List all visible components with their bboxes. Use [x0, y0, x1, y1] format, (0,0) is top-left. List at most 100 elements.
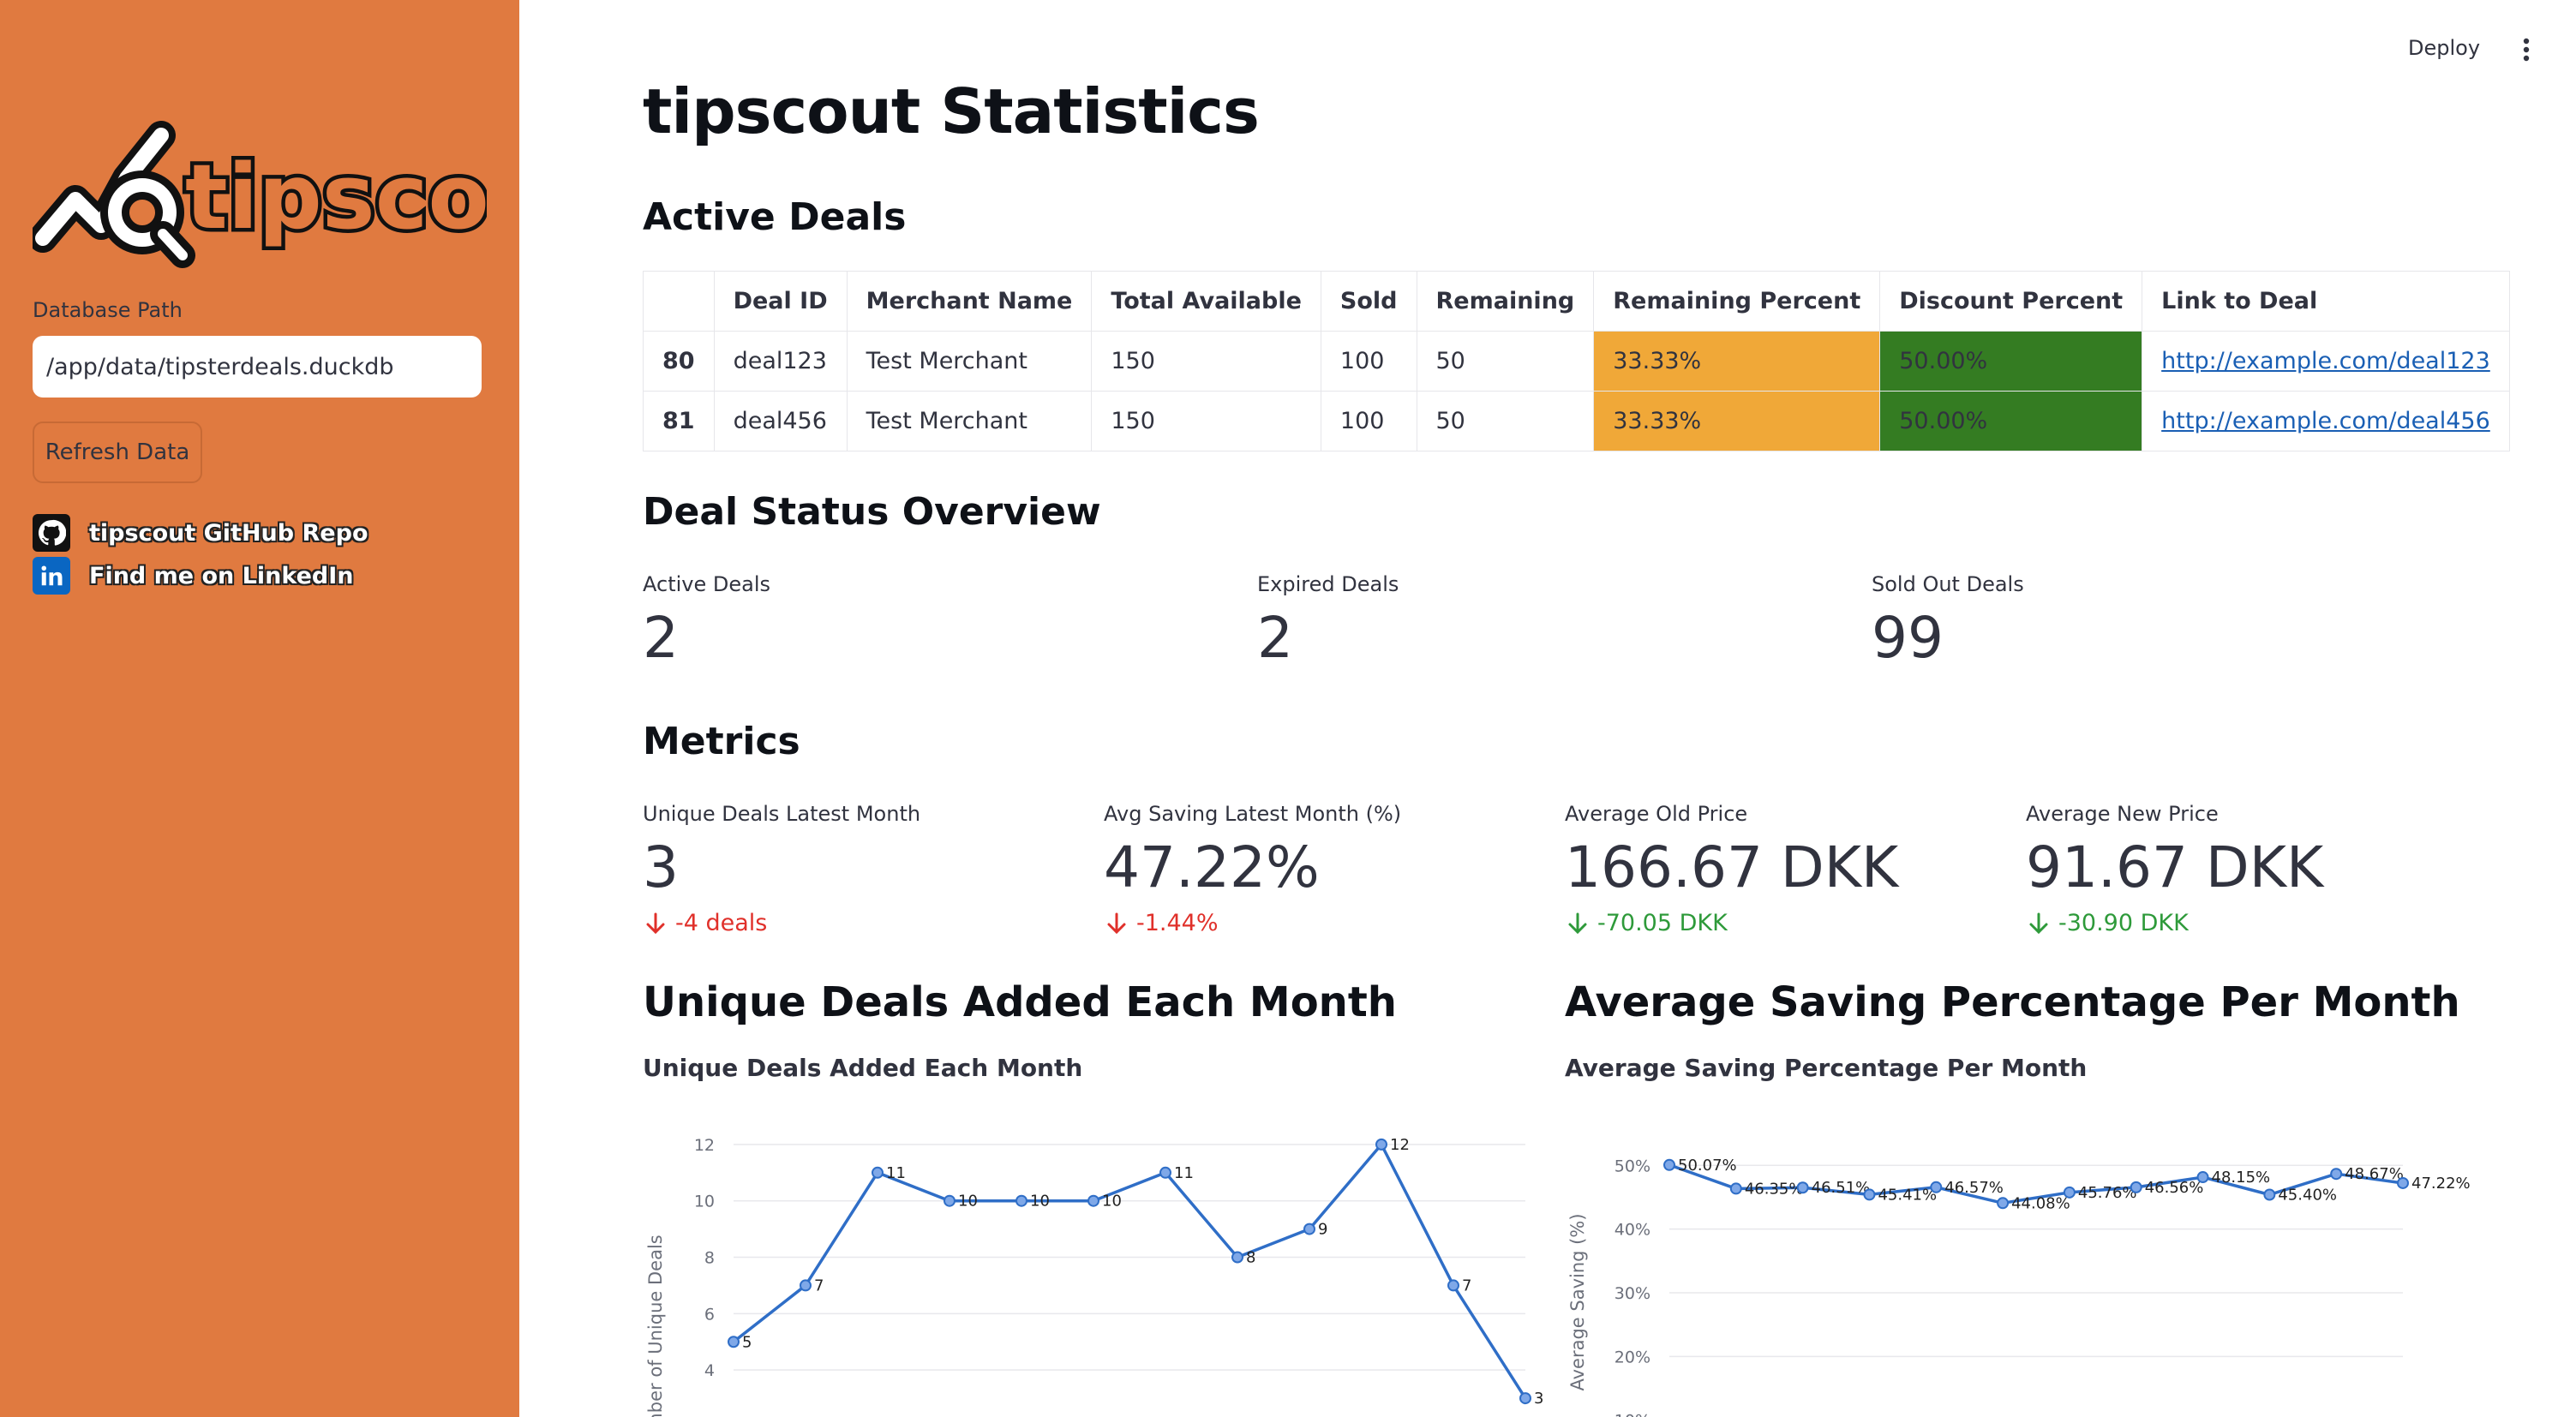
unique-deals-heading: Unique Deals Added Each Month — [643, 978, 1397, 1026]
database-path-label: Database Path — [33, 298, 183, 322]
expired-deals-label: Expired Deals — [1257, 572, 1399, 596]
row-index: 80 — [643, 331, 715, 392]
active-deals-heading: Active Deals — [643, 195, 907, 239]
data-label: 10 — [1030, 1193, 1050, 1211]
sold-cell: 100 — [1320, 391, 1417, 451]
data-label: 48.15% — [2212, 1169, 2271, 1187]
deal-id-cell: deal456 — [713, 391, 848, 451]
data-point — [2263, 1188, 2276, 1201]
github-repo-label: tipscout GitHub Repo — [89, 519, 368, 547]
database-path-input[interactable]: /app/data/tipsterdeals.duckdb — [33, 336, 482, 398]
merchant-cell: Test Merchant — [846, 391, 1093, 451]
data-point — [728, 1336, 740, 1348]
unique-deals-chart-title: Unique Deals Added Each Month — [643, 1054, 1083, 1082]
y-tick-label: 4 — [704, 1361, 715, 1380]
metric-delta-text: -4 deals — [675, 910, 768, 936]
data-point — [1796, 1181, 1809, 1194]
deal-id-cell: deal123 — [713, 331, 848, 392]
metric-value: 166.67 DKK — [1565, 834, 1899, 900]
data-label: 46.57% — [1944, 1179, 2004, 1197]
discount-percent-cell: 50.00% — [1879, 391, 2143, 451]
data-point — [2330, 1168, 2343, 1181]
data-label: 11 — [886, 1164, 906, 1182]
data-point — [1303, 1223, 1315, 1235]
column-header[interactable]: Remaining — [1416, 271, 1595, 332]
remaining-cell: 50 — [1416, 391, 1595, 451]
data-point — [2063, 1186, 2076, 1199]
active-deals-value: 2 — [643, 605, 679, 671]
data-label: 7 — [814, 1276, 824, 1294]
y-tick-label: 20% — [1614, 1348, 1650, 1366]
metric-value: 3 — [643, 834, 679, 900]
deal-link[interactable]: http://example.com/deal456 — [2161, 408, 2490, 434]
data-label: 9 — [1318, 1221, 1327, 1239]
data-label: 11 — [1174, 1164, 1194, 1182]
column-header[interactable]: Merchant Name — [846, 271, 1093, 332]
deal-status-heading: Deal Status Overview — [643, 490, 1101, 534]
metric-delta-text: -30.90 DKK — [2058, 910, 2189, 936]
data-point — [1863, 1188, 1876, 1201]
column-header[interactable] — [643, 271, 715, 332]
total-available-cell: 150 — [1091, 391, 1321, 451]
total-available-cell: 150 — [1091, 331, 1321, 392]
avg-saving-chart: 10% 20% 30% 40% 50% Average Saving (%) 50.07% 4… — [1567, 1157, 2471, 1417]
linkedin-link[interactable]: Find me on LinkedIn — [33, 557, 353, 595]
data-point — [1930, 1181, 1943, 1193]
deploy-button[interactable]: Deploy — [2408, 36, 2480, 60]
y-tick-label: 50% — [1614, 1157, 1650, 1175]
y-axis-label: Number of Unique Deals — [645, 1235, 666, 1417]
row-index: 81 — [643, 391, 715, 451]
deal-link[interactable]: http://example.com/deal123 — [2161, 348, 2490, 374]
remaining-cell: 50 — [1416, 331, 1595, 392]
deal-link-cell: http://example.com/deal123 — [2142, 331, 2510, 392]
data-point — [1729, 1182, 1742, 1195]
y-tick-label: 10% — [1614, 1412, 1650, 1417]
deal-link-cell: http://example.com/deal456 — [2142, 391, 2510, 451]
merchant-cell: Test Merchant — [846, 331, 1093, 392]
column-header[interactable]: Link to Deal — [2142, 271, 2510, 332]
metric-delta-text: -1.44% — [1136, 910, 1219, 936]
github-icon — [33, 514, 70, 552]
data-label: 8 — [1246, 1249, 1255, 1267]
metric-value: 91.67 DKK — [2026, 834, 2324, 900]
metric-delta: -30.90 DKK — [2028, 910, 2189, 936]
page-title: tipscout Statistics — [643, 75, 1260, 147]
refresh-data-button[interactable]: Refresh Data — [33, 422, 202, 483]
table-header-row: Deal ID Merchant Name Total Available So… — [643, 271, 2510, 332]
metrics-heading: Metrics — [643, 720, 800, 763]
column-header[interactable]: Discount Percent — [1879, 271, 2143, 332]
y-tick-label: 30% — [1614, 1284, 1650, 1303]
discount-percent-cell: 50.00% — [1879, 331, 2143, 392]
data-label: 44.08% — [2011, 1194, 2070, 1212]
column-header[interactable]: Deal ID — [713, 271, 848, 332]
metric-delta-text: -70.05 DKK — [1597, 910, 1728, 936]
remaining-percent-cell: 33.33% — [1593, 331, 1881, 392]
data-point — [1663, 1158, 1675, 1171]
y-axis-label: Average Saving (%) — [1567, 1213, 1588, 1390]
data-label: 46.56% — [2145, 1179, 2204, 1197]
data-point — [1015, 1194, 1027, 1207]
unique-deals-chart: 4 6 8 10 12 Number of Unique Deals 5 7 11 10 10 10 1… — [645, 1136, 1543, 1417]
linkedin-label: Find me on LinkedIn — [89, 562, 354, 589]
y-tick-label: 6 — [704, 1305, 715, 1324]
metric-value: 47.22% — [1104, 834, 1320, 900]
data-point — [2397, 1176, 2409, 1189]
y-tick-label: 10 — [694, 1193, 715, 1211]
metric-label: Average Old Price — [1565, 802, 1748, 826]
column-header[interactable]: Remaining Percent — [1593, 271, 1881, 332]
linkedin-icon — [33, 557, 70, 595]
column-header[interactable]: Total Available — [1091, 271, 1321, 332]
data-point — [1447, 1279, 1459, 1292]
sold-cell: 100 — [1320, 331, 1417, 392]
data-label: 5 — [742, 1333, 752, 1351]
kebab-menu-icon[interactable] — [2516, 34, 2537, 65]
github-repo-link[interactable]: tipscout GitHub Repo — [33, 514, 368, 552]
data-point — [1231, 1251, 1243, 1264]
data-point — [2196, 1171, 2209, 1184]
data-label: 10 — [1102, 1193, 1122, 1211]
data-point — [1159, 1166, 1171, 1179]
table-row: 80 deal123 Test Merchant 150 100 50 33.3… — [643, 331, 2510, 392]
tipscout-logo: tipscout — [33, 121, 487, 268]
column-header[interactable]: Sold — [1320, 271, 1417, 332]
data-point — [1997, 1197, 2010, 1210]
